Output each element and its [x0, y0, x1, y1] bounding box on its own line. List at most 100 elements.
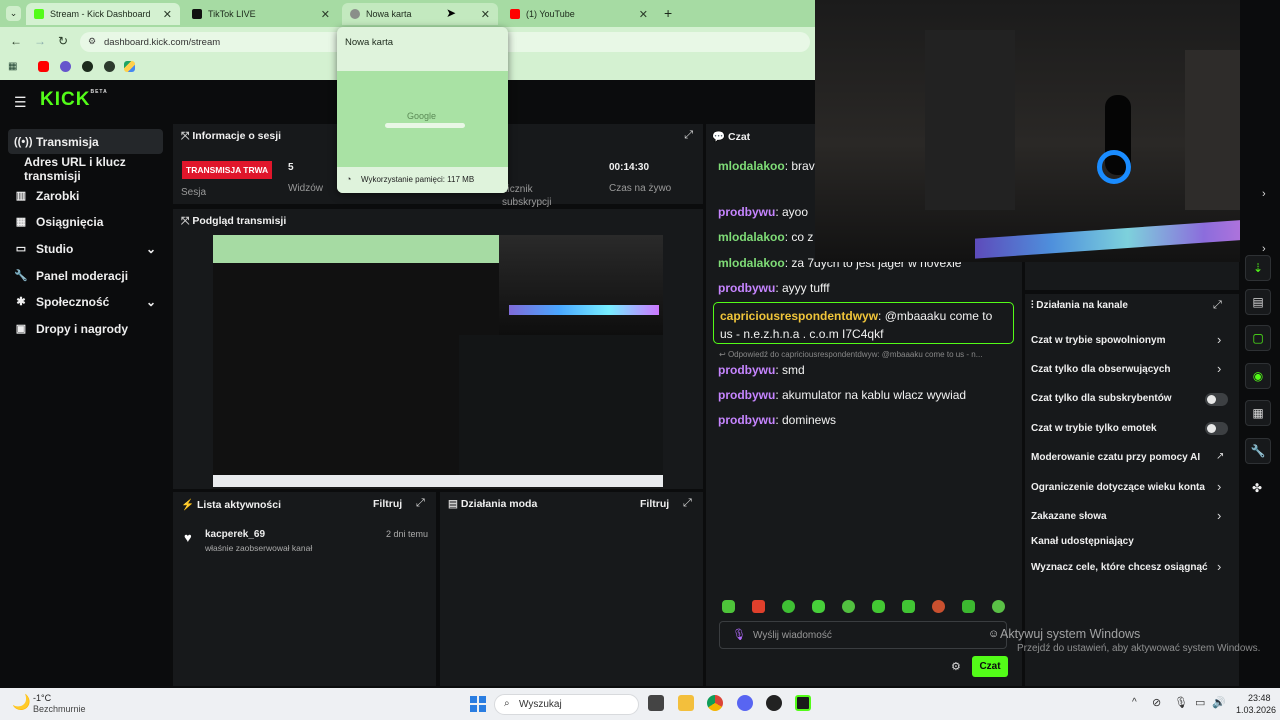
chat-bubble-icon[interactable]: ▢ [1245, 325, 1271, 351]
chevron-right-icon[interactable]: › [1217, 361, 1221, 376]
bookmark-app-icon[interactable] [60, 61, 71, 72]
wrench-icon[interactable]: 🔧 [1245, 438, 1271, 464]
bookmark-whatsapp-icon[interactable] [82, 61, 93, 72]
apps-grid-icon[interactable]: ▦ [8, 61, 17, 72]
emote-icon[interactable] [992, 600, 1005, 613]
file-explorer-icon[interactable] [678, 695, 694, 711]
taskbar-search[interactable]: ⌕ Wyszukaj [494, 694, 639, 715]
chevron-right-icon[interactable]: › [1217, 508, 1221, 523]
obs-icon[interactable] [766, 695, 782, 711]
emote-icon[interactable] [872, 600, 885, 613]
tab-kick-dashboard[interactable]: Stream - Kick Dashboard ✕ [26, 3, 180, 25]
clock-date[interactable]: 1.03.2026 [1236, 705, 1276, 715]
reply-reference[interactable]: ↩ Odpowiedź do capriciousrespondentdwyw:… [719, 350, 1009, 359]
emote-only-toggle[interactable] [1205, 422, 1228, 435]
filter-button[interactable]: Filtruj [640, 498, 669, 510]
chat-username[interactable]: prodbywu [718, 363, 775, 377]
new-tab-button[interactable]: + [664, 5, 672, 21]
close-tab-icon[interactable]: ✕ [481, 8, 490, 21]
weather-temp[interactable]: -1°C [33, 693, 51, 703]
chrome-icon[interactable] [707, 695, 723, 711]
emote-icon[interactable] [752, 600, 765, 613]
sidebar-item-moderation[interactable]: 🔧 Panel moderacji [8, 263, 163, 288]
close-tab-icon[interactable]: ✕ [163, 8, 172, 21]
chat-settings-icon[interactable]: ⚙ [951, 660, 961, 673]
chat-input[interactable]: 🎙 Wyślij wiadomość ☺ [719, 621, 1007, 649]
emote-icon[interactable] [842, 600, 855, 613]
start-icon[interactable] [470, 696, 486, 712]
kick-app-icon[interactable] [795, 695, 811, 711]
banned-words-option[interactable]: Zakazane słowa [1031, 511, 1107, 522]
back-icon[interactable]: ← [10, 34, 22, 48]
emote-icon[interactable] [812, 600, 825, 613]
emote-icon[interactable] [902, 600, 915, 613]
network-icon[interactable]: ⊘ [1152, 696, 1161, 709]
chat-username[interactable]: prodbywu [718, 388, 775, 402]
chevron-right-icon[interactable]: › [1217, 479, 1221, 494]
sidebar-item-studio[interactable]: ▭ Studio ⌄ [8, 236, 163, 261]
expand-icon[interactable]: ⤢ [684, 129, 693, 142]
sidebar-item-community[interactable]: ✱ Społeczność ⌄ [8, 289, 163, 314]
emote-icon[interactable] [722, 600, 735, 613]
pin-icon[interactable]: ⇣ [1245, 255, 1271, 281]
chat-username[interactable]: mlodalakoo [718, 256, 785, 270]
bookmark-drive-icon[interactable] [124, 61, 135, 72]
tab-youtube[interactable]: (1) YouTube ✕ [502, 3, 656, 25]
sidebar-item-achievements[interactable]: ▦ Osiągnięcia [8, 209, 163, 234]
account-age-option[interactable]: Ograniczenie dotyczące wieku konta [1031, 482, 1205, 493]
discord-icon[interactable] [737, 695, 753, 711]
notes-icon[interactable]: ▤ [1245, 289, 1271, 315]
emote-icon[interactable] [782, 600, 795, 613]
external-link-icon[interactable]: ↗ [1216, 451, 1224, 462]
goals-option[interactable]: Wyznacz cele, które chcesz osiągnąć [1031, 562, 1208, 573]
followers-only-option[interactable]: Czat tylko dla obserwujących [1031, 364, 1171, 375]
sidebar-item-stream-key[interactable]: Adres URL i klucz transmisji [18, 155, 178, 183]
chat-send-button[interactable]: Czat [972, 656, 1008, 677]
chat-username[interactable]: prodbywu [718, 413, 775, 427]
chat-username[interactable]: prodbywu [718, 281, 775, 295]
bookmark-ai-icon[interactable] [104, 61, 115, 72]
subscribers-only-toggle[interactable] [1205, 393, 1228, 406]
host-channel-option[interactable]: Kanał udostępniający [1031, 536, 1134, 547]
kick-logo[interactable]: KICKBETA [40, 89, 108, 111]
rail-icon[interactable]: › [1262, 243, 1266, 255]
chat-username[interactable]: capriciousrespondentdwyw [720, 309, 878, 323]
sidebar-item-drops[interactable]: ▣ Dropy i nagrody [8, 316, 163, 341]
stream-preview-video[interactable] [213, 235, 663, 487]
tray-overflow-icon[interactable]: ^ [1132, 697, 1137, 708]
sidebar-item-transmisja[interactable]: ((•)) Transmisja [8, 129, 163, 154]
emote-picker-icon[interactable]: ☺ [988, 628, 999, 640]
expand-icon[interactable]: ⤢ [416, 497, 425, 510]
close-tab-icon[interactable]: ✕ [321, 8, 330, 21]
weather-icon[interactable]: 🌙 [12, 693, 31, 711]
menu-icon[interactable]: ☰ [14, 94, 27, 111]
microphone-icon[interactable]: 🎙 [732, 628, 746, 641]
filter-button[interactable]: Filtruj [373, 498, 402, 510]
task-view-icon[interactable] [648, 695, 664, 711]
chat-username[interactable]: mlodalakoo [718, 159, 785, 173]
slow-mode-option[interactable]: Czat w trybie spowolnionym [1031, 335, 1165, 346]
add-widget-icon[interactable]: ✤ [1252, 481, 1262, 495]
monitor-tray-icon[interactable]: ▭ [1195, 696, 1205, 709]
sidebar-item-earnings[interactable]: ▥ Zarobki [8, 183, 163, 208]
activity-user[interactable]: kacperek_69 [205, 529, 265, 540]
chat-username[interactable]: mlodalakoo [718, 230, 785, 244]
volume-icon[interactable]: 🔊 [1212, 696, 1226, 709]
site-info-icon[interactable]: ⚙ [88, 36, 96, 47]
bookmark-youtube-icon[interactable] [38, 61, 49, 72]
ai-moderation-option[interactable]: Moderowanie czatu przy pomocy AI [1031, 452, 1200, 463]
forward-icon[interactable]: → [34, 34, 46, 48]
emote-icon[interactable] [932, 600, 945, 613]
close-tab-icon[interactable]: ✕ [639, 8, 648, 21]
expand-icon[interactable]: ⤢ [1213, 299, 1222, 312]
tab-new-tab[interactable]: Nowa karta ✕ [342, 3, 498, 25]
microphone-tray-icon[interactable]: 🎙 [1174, 696, 1188, 709]
tab-tiktok-live[interactable]: TikTok LIVE ✕ [184, 3, 338, 25]
chat-username[interactable]: prodbywu [718, 205, 775, 219]
chevron-right-icon[interactable]: › [1217, 332, 1221, 347]
emote-icon[interactable] [962, 600, 975, 613]
expand-icon[interactable]: ⤢ [683, 497, 692, 510]
tab-list-button[interactable]: ⌄ [6, 6, 21, 21]
clock-time[interactable]: 23:48 [1248, 693, 1271, 703]
reload-icon[interactable]: ↻ [58, 34, 68, 48]
